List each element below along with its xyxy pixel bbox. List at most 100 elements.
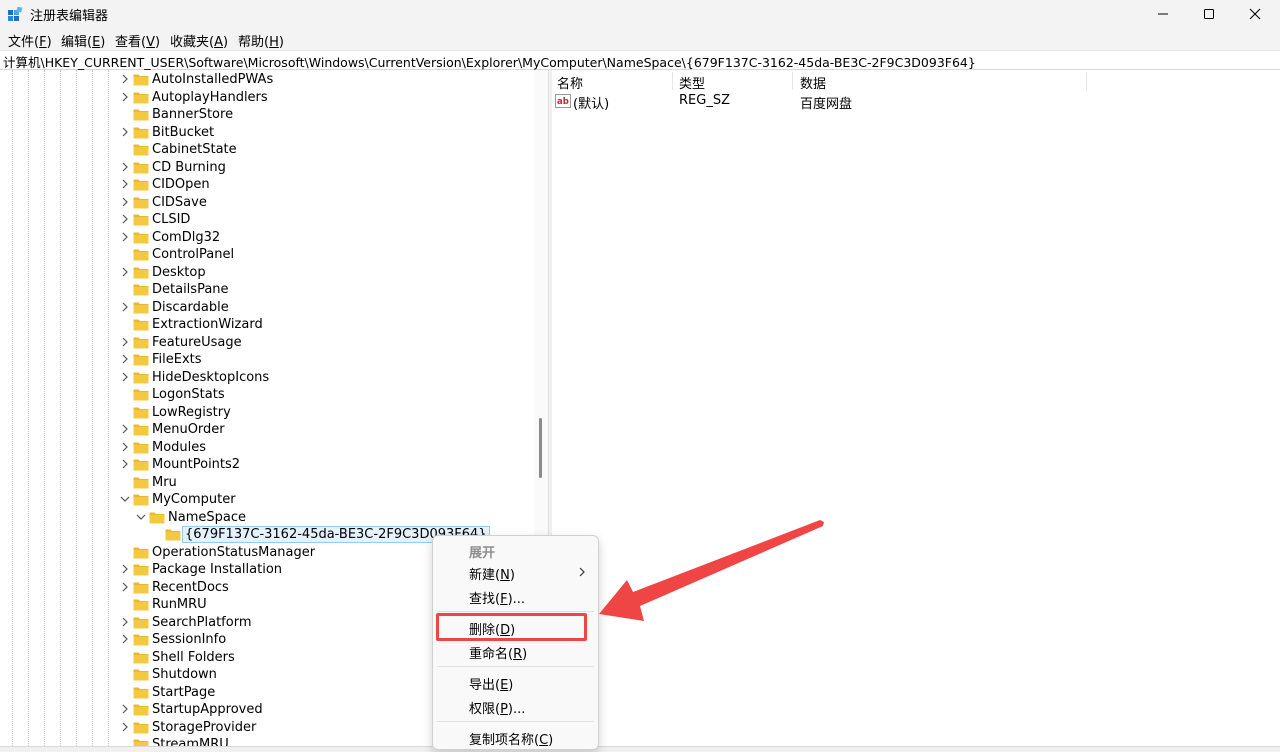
tree-node[interactable]: Discardable	[0, 299, 534, 317]
context-menu-export[interactable]: 导出(E)	[469, 674, 513, 693]
tree-node-label[interactable]: FileExts	[150, 351, 204, 368]
context-menu-copy-key-name[interactable]: 复制项名称(C)	[469, 729, 553, 748]
tree-node-label[interactable]: RecentDocs	[150, 579, 231, 596]
tree-node-label[interactable]: StartupApproved	[150, 701, 265, 718]
tree-node-label[interactable]: CD Burning	[150, 159, 228, 176]
tree-node[interactable]: CD Burning	[0, 159, 534, 177]
menu-file[interactable]: 文件(F)	[8, 31, 52, 50]
tree-node-label[interactable]: DetailsPane	[150, 281, 231, 298]
tree-node[interactable]: BannerStore	[0, 106, 534, 124]
tree-node[interactable]: MenuOrder	[0, 421, 534, 439]
chevron-right-icon[interactable]	[120, 231, 130, 243]
tree-node-label[interactable]: RunMRU	[150, 596, 209, 613]
tree-node-label[interactable]: Package Installation	[150, 561, 284, 578]
tree-node[interactable]: CLSID	[0, 211, 534, 229]
tree-node-label[interactable]: Discardable	[150, 299, 231, 316]
chevron-right-icon[interactable]	[120, 703, 130, 715]
chevron-right-icon[interactable]	[120, 161, 130, 173]
tree-node-label[interactable]: Modules	[150, 439, 208, 456]
tree-node-label[interactable]: LogonStats	[150, 386, 227, 403]
column-divider[interactable]	[1086, 72, 1087, 90]
tree-node[interactable]: FileExts	[0, 351, 534, 369]
menu-view[interactable]: 查看(V)	[115, 31, 160, 50]
tree-node-label[interactable]: StartPage	[150, 684, 217, 701]
tree-node-label[interactable]: OperationStatusManager	[150, 544, 317, 561]
chevron-right-icon[interactable]	[120, 213, 130, 225]
chevron-right-icon[interactable]	[120, 721, 130, 733]
chevron-right-icon[interactable]	[120, 563, 130, 575]
tree-node[interactable]: Modules	[0, 439, 534, 457]
tree-node[interactable]: LowRegistry	[0, 404, 534, 422]
chevron-right-icon[interactable]	[120, 126, 130, 138]
chevron-right-icon[interactable]	[120, 353, 130, 365]
chevron-right-icon[interactable]	[120, 73, 130, 85]
tree-node-label[interactable]: StreamMRU	[150, 736, 231, 746]
chevron-right-icon[interactable]	[120, 616, 130, 628]
tree-node-label[interactable]: CIDSave	[150, 194, 209, 211]
tree-node-label[interactable]: Mru	[150, 474, 179, 491]
tree-node[interactable]: BitBucket	[0, 124, 534, 142]
column-header-data[interactable]: 数据	[800, 73, 826, 92]
chevron-down-icon[interactable]	[136, 511, 146, 523]
tree-node-label[interactable]: CIDOpen	[150, 176, 212, 193]
tree-node-label[interactable]: CLSID	[150, 211, 192, 228]
address-path[interactable]: 计算机\HKEY_CURRENT_USER\Software\Microsoft…	[3, 52, 976, 71]
tree-node-label[interactable]: AutoplayHandlers	[150, 89, 270, 106]
tree-node-label[interactable]: LowRegistry	[150, 404, 233, 421]
chevron-right-icon[interactable]	[120, 91, 130, 103]
maximize-button[interactable]	[1186, 0, 1232, 28]
tree-node-label[interactable]: CabinetState	[150, 141, 239, 158]
tree-node[interactable]: CabinetState	[0, 141, 534, 159]
menu-edit[interactable]: 编辑(E)	[61, 31, 105, 50]
tree-node-label[interactable]: MyComputer	[150, 491, 238, 508]
tree-node-label[interactable]: FeatureUsage	[150, 334, 244, 351]
context-menu-rename[interactable]: 重命名(R)	[469, 643, 527, 662]
address-bar[interactable]: 计算机\HKEY_CURRENT_USER\Software\Microsoft…	[0, 50, 1280, 70]
tree-node[interactable]: FeatureUsage	[0, 334, 534, 352]
close-button[interactable]	[1232, 0, 1278, 28]
tree-node[interactable]: ExtractionWizard	[0, 316, 534, 334]
column-header-name[interactable]: 名称	[557, 73, 583, 92]
chevron-down-icon[interactable]	[120, 493, 130, 505]
tree-node[interactable]: AutoplayHandlers	[0, 89, 534, 107]
tree-node-label[interactable]: SessionInfo	[150, 631, 228, 648]
chevron-right-icon[interactable]	[120, 266, 130, 278]
values-pane[interactable]: 名称 类型 数据 ab (默认) REG_SZ 百度网盘	[552, 70, 1280, 746]
tree-node-label[interactable]: StorageProvider	[150, 719, 258, 736]
tree-node[interactable]: AutoInstalledPWAs	[0, 71, 534, 89]
chevron-right-icon[interactable]	[120, 458, 130, 470]
context-menu-permissions[interactable]: 权限(P)...	[469, 698, 525, 717]
chevron-right-icon[interactable]	[120, 423, 130, 435]
tree-node-label[interactable]: ComDlg32	[150, 229, 222, 246]
chevron-right-icon[interactable]	[120, 336, 130, 348]
tree-scroll-thumb[interactable]	[539, 418, 542, 478]
tree-node[interactable]: CIDOpen	[0, 176, 534, 194]
tree-node-label[interactable]: MountPoints2	[150, 456, 242, 473]
tree-node-label[interactable]: MenuOrder	[150, 421, 227, 438]
tree-node[interactable]: NameSpace	[0, 509, 534, 527]
tree-node[interactable]: CIDSave	[0, 194, 534, 212]
context-menu-find[interactable]: 查找(F)...	[469, 588, 525, 607]
menu-favorites[interactable]: 收藏夹(A)	[170, 31, 228, 50]
column-divider[interactable]	[672, 72, 673, 90]
chevron-right-icon[interactable]	[120, 178, 130, 190]
tree-node[interactable]: Desktop	[0, 264, 534, 282]
tree-node-label[interactable]: BannerStore	[150, 106, 235, 123]
tree-node-label[interactable]: Shutdown	[150, 666, 219, 683]
tree-node[interactable]: Mru	[0, 474, 534, 492]
chevron-right-icon[interactable]	[120, 371, 130, 383]
context-menu-new[interactable]: 新建(N)	[469, 564, 515, 583]
tree-node[interactable]: ControlPanel	[0, 246, 534, 264]
tree-node[interactable]: LogonStats	[0, 386, 534, 404]
value-row-name[interactable]: (默认)	[573, 93, 609, 112]
tree-node-label[interactable]: Shell Folders	[150, 649, 237, 666]
tree-node-label[interactable]: ControlPanel	[150, 246, 236, 263]
tree-node-label[interactable]: AutoInstalledPWAs	[150, 71, 275, 88]
tree-node-label[interactable]: HideDesktopIcons	[150, 369, 271, 386]
tree-node-label[interactable]: BitBucket	[150, 124, 216, 141]
tree-node-label[interactable]: NameSpace	[166, 509, 248, 526]
tree-node[interactable]: DetailsPane	[0, 281, 534, 299]
tree-node[interactable]: ComDlg32	[0, 229, 534, 247]
tree-node-label[interactable]: Desktop	[150, 264, 208, 281]
menu-help[interactable]: 帮助(H)	[238, 31, 284, 50]
